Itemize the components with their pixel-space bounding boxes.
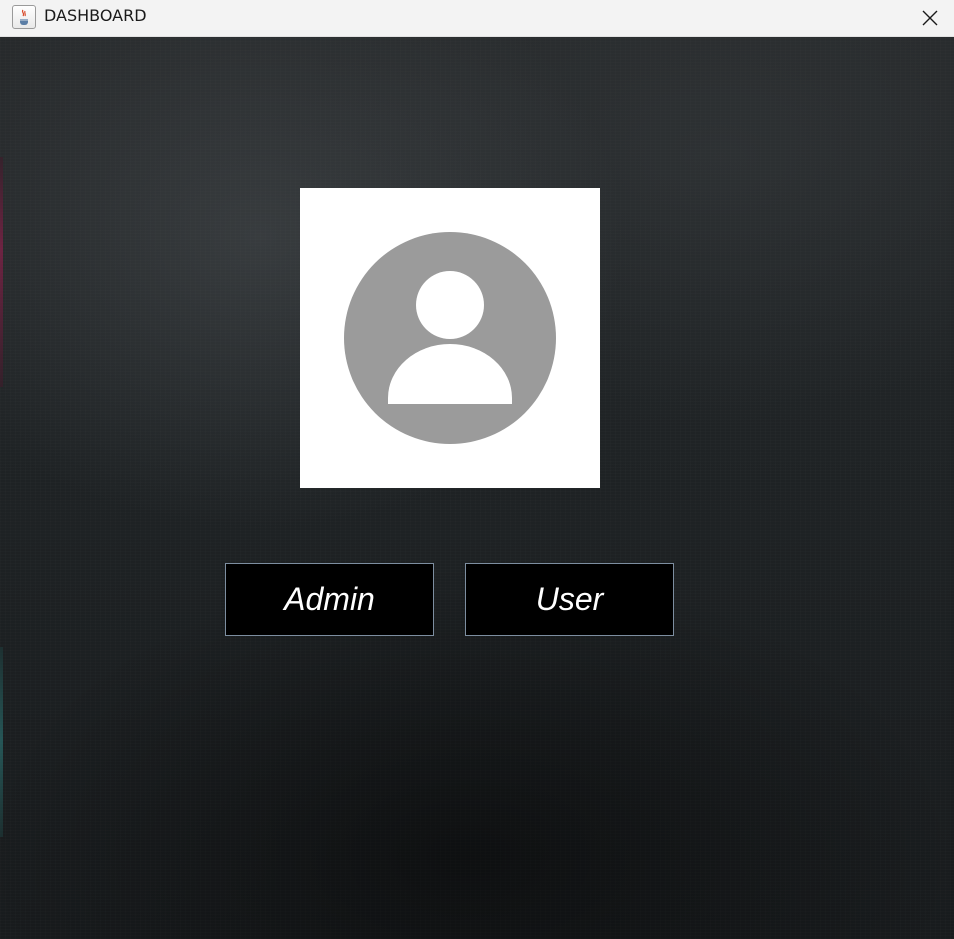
close-button[interactable] — [904, 0, 954, 36]
edge-accent — [0, 157, 3, 387]
close-icon — [922, 10, 938, 26]
edge-accent — [0, 647, 3, 837]
dashboard-content: Admin User — [0, 37, 954, 939]
admin-button[interactable]: Admin — [225, 563, 434, 636]
avatar-card — [300, 188, 600, 488]
title-bar[interactable]: DASHBOARD — [0, 0, 954, 37]
user-button[interactable]: User — [465, 563, 674, 636]
java-cup-icon — [12, 5, 36, 29]
dashboard-window: DASHBOARD Admin User — [0, 0, 954, 939]
user-avatar-icon — [344, 232, 556, 444]
window-title: DASHBOARD — [44, 6, 147, 25]
